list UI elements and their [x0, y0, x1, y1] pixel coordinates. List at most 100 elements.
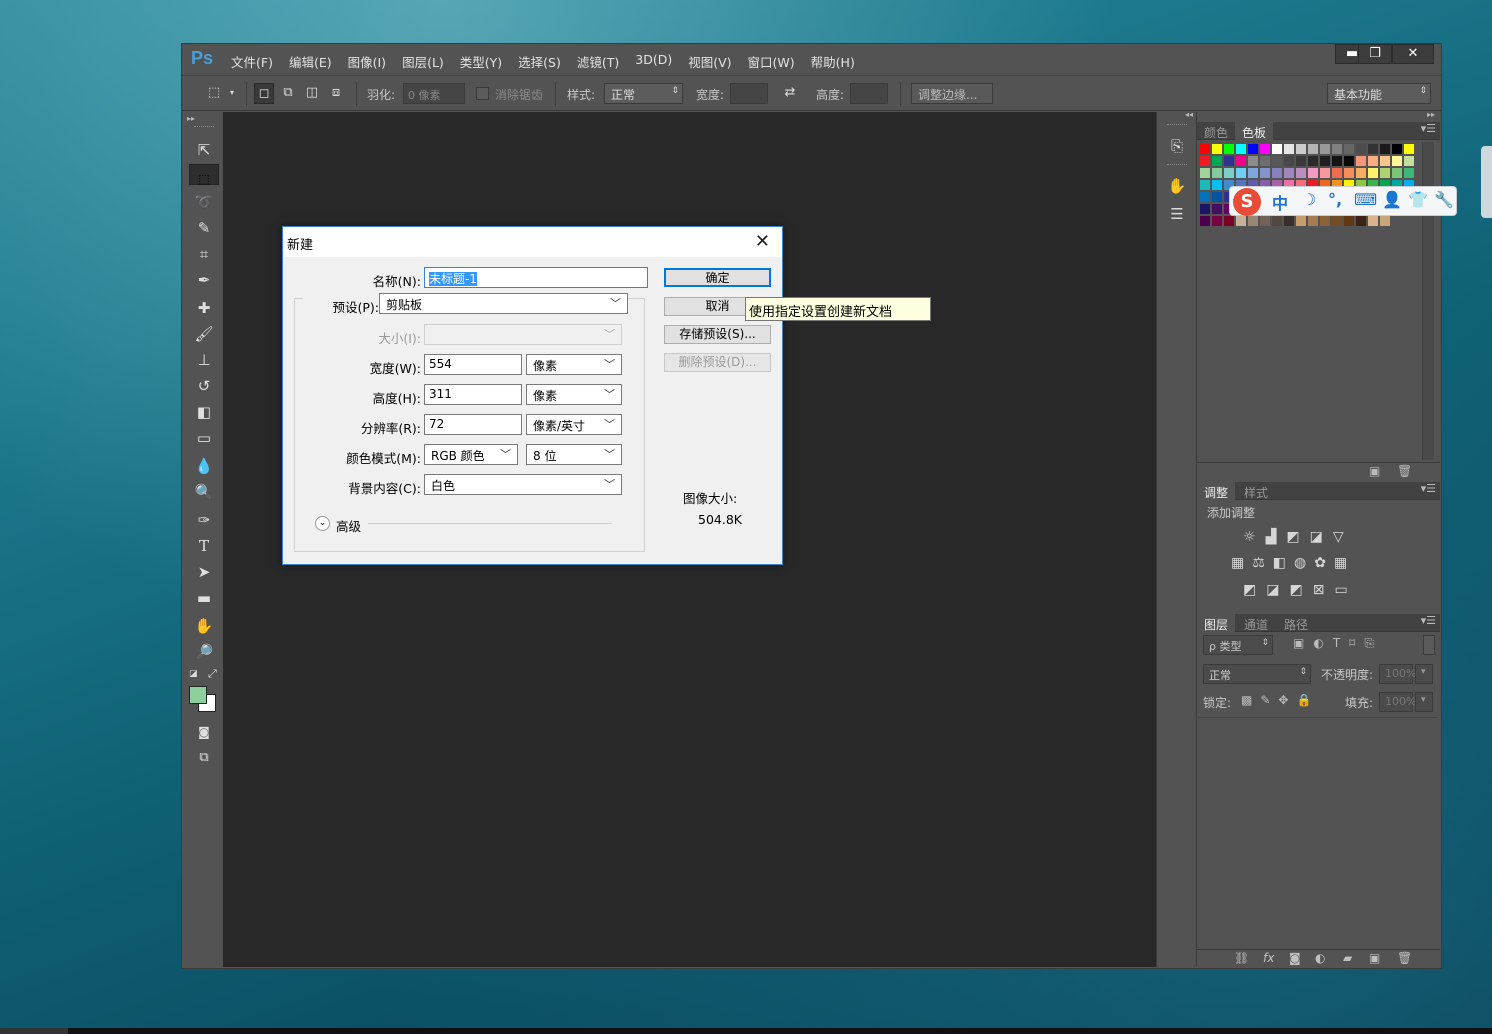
lock-pixels-icon[interactable]: ✎ — [1260, 693, 1278, 707]
threshold-icon[interactable]: ◩ — [1289, 582, 1312, 598]
screen-mode-icon[interactable]: ⧉ — [189, 746, 219, 770]
rectangle-tool-icon[interactable]: ▬ — [189, 586, 219, 610]
color-swatch[interactable] — [1379, 167, 1391, 179]
color-swatch[interactable] — [1307, 167, 1319, 179]
color-swatch[interactable] — [1271, 215, 1283, 227]
brightness-icon[interactable]: ☼ — [1243, 529, 1266, 545]
adjustment-filter-icon[interactable]: ◐ — [1313, 636, 1332, 650]
color-swatch[interactable] — [1367, 143, 1379, 155]
properties-panel-icon[interactable]: ☰ — [1165, 202, 1189, 226]
smart-object-filter-icon[interactable]: ⎘ — [1364, 636, 1383, 650]
style-select[interactable]: 正常 ⇕ — [604, 83, 683, 104]
selective-color-icon[interactable]: ⊠ — [1313, 582, 1335, 598]
color-swatch[interactable] — [1343, 143, 1355, 155]
expand-icon[interactable]: ▸▸ — [1427, 110, 1435, 119]
color-swatch[interactable] — [1211, 191, 1223, 203]
new-group-icon[interactable]: ▰ — [1343, 951, 1352, 965]
lock-all-icon[interactable]: 🔒 — [1296, 693, 1319, 707]
save-preset-button[interactable]: 存储预设(S)... — [664, 325, 771, 344]
color-swatch[interactable] — [1199, 155, 1211, 167]
type-tool-icon[interactable]: T — [189, 534, 219, 558]
color-swatch[interactable] — [1199, 203, 1211, 215]
subtract-selection-icon[interactable]: ◫ — [302, 83, 322, 104]
color-swatch[interactable] — [1295, 143, 1307, 155]
swap-colors-icon[interactable]: ⤢ — [208, 667, 217, 681]
blend-mode-select[interactable]: 正常 ⇕ — [1203, 664, 1311, 684]
color-swatch[interactable] — [1343, 155, 1355, 167]
grip[interactable] — [1167, 124, 1187, 125]
color-swatch[interactable] — [1223, 155, 1235, 167]
new-layer-icon[interactable]: ▣ — [1369, 951, 1380, 965]
width-unit-select[interactable]: 像素 ﹀ — [526, 354, 622, 375]
color-swatch[interactable] — [1247, 167, 1259, 179]
lock-transparent-icon[interactable]: ▩ — [1241, 693, 1260, 707]
menu-window[interactable]: 窗口(W) — [748, 52, 795, 71]
color-swatch[interactable] — [1247, 155, 1259, 167]
menu-view[interactable]: 视图(V) — [688, 52, 731, 71]
color-swatch[interactable] — [1211, 179, 1223, 191]
color-swatch[interactable] — [1367, 155, 1379, 167]
menu-edit[interactable]: 编辑(E) — [289, 52, 332, 71]
start-area[interactable] — [0, 1028, 68, 1034]
color-swatch[interactable] — [1211, 215, 1223, 227]
side-widget-handle[interactable] — [1481, 146, 1492, 218]
marquee-preset-icon[interactable]: ⬚ — [204, 83, 224, 104]
color-swatch[interactable] — [1367, 215, 1379, 227]
filter-toggle[interactable] — [1423, 635, 1435, 655]
height-input[interactable] — [850, 83, 888, 104]
color-swatch[interactable] — [1283, 215, 1295, 227]
color-swatch[interactable] — [1307, 155, 1319, 167]
close-window-button[interactable]: ✕ — [1392, 44, 1434, 64]
color-swatch[interactable] — [1319, 215, 1331, 227]
height-unit-select[interactable]: 像素 ﹀ — [526, 384, 622, 405]
sogou-logo-icon[interactable]: S — [1233, 188, 1261, 216]
resolution-unit-select[interactable]: 像素/英寸 ﹀ — [526, 414, 622, 435]
photo-filter-icon[interactable]: ◍ — [1294, 555, 1314, 571]
fill-input[interactable]: 100% — [1379, 692, 1416, 712]
fill-dropdown[interactable]: ▾ — [1415, 692, 1433, 712]
crop-tool-icon[interactable]: ⌗ — [189, 242, 219, 266]
color-swatch[interactable] — [1199, 191, 1211, 203]
antialias-checkbox[interactable] — [476, 87, 489, 100]
gradient-map-icon[interactable]: ▭ — [1334, 582, 1357, 598]
menu-help[interactable]: 帮助(H) — [811, 52, 855, 71]
color-swatch[interactable] — [1223, 167, 1235, 179]
color-swatch[interactable] — [1223, 143, 1235, 155]
color-swatch[interactable] — [1295, 167, 1307, 179]
add-selection-icon[interactable]: ⧉ — [278, 83, 298, 104]
restore-button[interactable]: ❐ — [1358, 44, 1392, 64]
shape-filter-icon[interactable]: ⌑ — [1349, 636, 1364, 650]
color-swatch[interactable] — [1379, 143, 1391, 155]
punctuation-icon[interactable]: °, — [1328, 190, 1342, 209]
color-swatch[interactable] — [1355, 155, 1367, 167]
menu-select[interactable]: 选择(S) — [518, 52, 561, 71]
healing-brush-tool-icon[interactable]: ✚ — [189, 296, 219, 320]
path-select-tool-icon[interactable]: ➤ — [189, 560, 219, 584]
color-swatch[interactable] — [1355, 215, 1367, 227]
grip[interactable] — [1167, 164, 1187, 165]
brush-tool-icon[interactable]: 🖌 — [189, 322, 219, 346]
curves-icon[interactable]: ◩ — [1286, 529, 1309, 545]
color-swatch[interactable] — [1247, 215, 1259, 227]
color-swatch[interactable] — [1283, 167, 1295, 179]
color-swatch[interactable] — [1367, 167, 1379, 179]
tab-swatches[interactable]: 色板 — [1235, 122, 1274, 140]
color-swatch[interactable] — [1355, 143, 1367, 155]
opacity-dropdown[interactable]: ▾ — [1415, 664, 1433, 684]
posterize-icon[interactable]: ◪ — [1266, 582, 1289, 598]
refine-edge-button[interactable]: 调整边缘... — [911, 83, 993, 104]
tab-channels[interactable]: 通道 — [1237, 614, 1275, 632]
background-select[interactable]: 白色 ﹀ — [424, 474, 622, 495]
skin-shirt-icon[interactable]: 👕 — [1408, 190, 1428, 209]
type-filter-icon[interactable]: T — [1333, 636, 1349, 650]
tab-adjustments[interactable]: 调整 — [1197, 482, 1236, 500]
color-swatch[interactable] — [1391, 167, 1403, 179]
bit-depth-select[interactable]: 8 位 ﹀ — [526, 444, 622, 465]
color-swatch[interactable] — [1271, 167, 1283, 179]
opacity-input[interactable]: 100% — [1379, 664, 1416, 684]
expand-advanced-icon[interactable]: ⌄ — [315, 516, 330, 531]
menu-image[interactable]: 图像(I) — [348, 52, 386, 71]
color-swatch[interactable] — [1271, 143, 1283, 155]
color-swatch[interactable] — [1319, 155, 1331, 167]
color-swatch[interactable] — [1391, 155, 1403, 167]
